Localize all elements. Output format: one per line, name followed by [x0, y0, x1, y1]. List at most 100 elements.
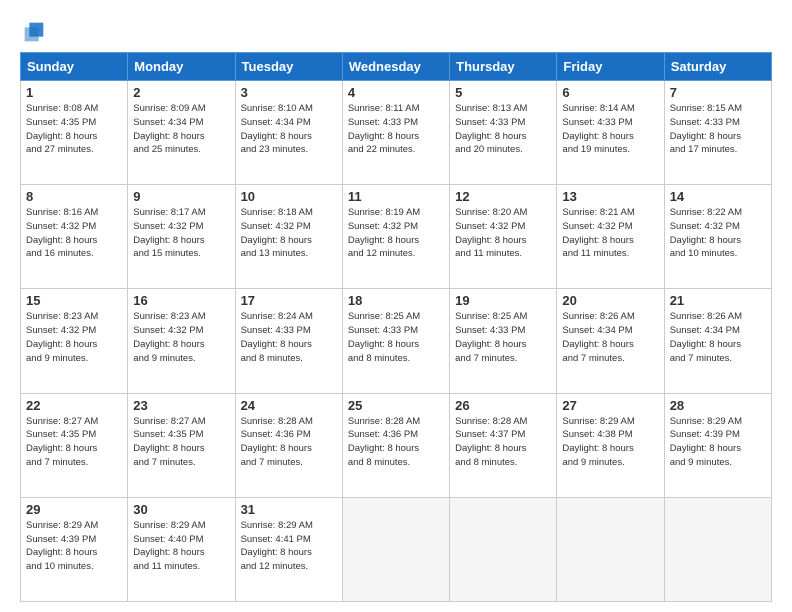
day-info: Sunrise: 8:19 AM Sunset: 4:32 PM Dayligh…: [348, 206, 444, 261]
calendar-body: 1 Sunrise: 8:08 AM Sunset: 4:35 PM Daylig…: [21, 81, 772, 602]
calendar-header: SundayMondayTuesdayWednesdayThursdayFrid…: [21, 53, 772, 81]
day-info: Sunrise: 8:11 AM Sunset: 4:33 PM Dayligh…: [348, 102, 444, 157]
day-cell: 9Sunrise: 8:17 AM Sunset: 4:32 PM Daylig…: [128, 185, 235, 289]
day-cell: 3 Sunrise: 8:10 AM Sunset: 4:34 PM Daylig…: [235, 81, 342, 185]
week-row-4: 29 Sunrise: 8:29 AM Sunset: 4:39 PM Dayli…: [21, 497, 772, 601]
day-number: 18: [348, 293, 444, 308]
day-number: 7: [670, 85, 766, 100]
header-row: SundayMondayTuesdayWednesdayThursdayFrid…: [21, 53, 772, 81]
day-number: 20: [562, 293, 658, 308]
header-cell-tuesday: Tuesday: [235, 53, 342, 81]
week-row-3: 22 Sunrise: 8:27 AM Sunset: 4:35 PM Dayli…: [21, 393, 772, 497]
day-number: 31: [241, 502, 337, 517]
week-row-1: 8 Sunrise: 8:16 AM Sunset: 4:32 PM Daylig…: [21, 185, 772, 289]
day-cell: 6 Sunrise: 8:14 AM Sunset: 4:33 PM Daylig…: [557, 81, 664, 185]
day-number: 2: [133, 85, 229, 100]
week-row-0: 1 Sunrise: 8:08 AM Sunset: 4:35 PM Daylig…: [21, 81, 772, 185]
calendar-table: SundayMondayTuesdayWednesdayThursdayFrid…: [20, 52, 772, 602]
header-cell-sunday: Sunday: [21, 53, 128, 81]
day-cell: 2 Sunrise: 8:09 AM Sunset: 4:34 PM Daylig…: [128, 81, 235, 185]
day-number: 17: [241, 293, 337, 308]
day-info: Sunrise: 8:29 AM Sunset: 4:39 PM Dayligh…: [26, 519, 122, 574]
day-cell: 11 Sunrise: 8:19 AM Sunset: 4:32 PM Dayli…: [342, 185, 449, 289]
day-info: Sunrise: 8:29 AM Sunset: 4:40 PM Dayligh…: [133, 519, 229, 574]
day-cell: 1 Sunrise: 8:08 AM Sunset: 4:35 PM Daylig…: [21, 81, 128, 185]
day-info: Sunrise: 8:16 AM Sunset: 4:32 PM Dayligh…: [26, 206, 122, 261]
day-cell: 15Sunrise: 8:23 AM Sunset: 4:32 PM Dayli…: [21, 289, 128, 393]
day-info: Sunrise: 8:22 AM Sunset: 4:32 PM Dayligh…: [670, 206, 766, 261]
day-cell: 17 Sunrise: 8:24 AM Sunset: 4:33 PM Dayli…: [235, 289, 342, 393]
day-info: Sunrise: 8:28 AM Sunset: 4:36 PM Dayligh…: [241, 415, 337, 470]
day-cell: 4 Sunrise: 8:11 AM Sunset: 4:33 PM Daylig…: [342, 81, 449, 185]
logo-icon: [20, 18, 48, 46]
day-cell: 31 Sunrise: 8:29 AM Sunset: 4:41 PM Dayli…: [235, 497, 342, 601]
day-number: 26: [455, 398, 551, 413]
day-number: 6: [562, 85, 658, 100]
day-cell: 19Sunrise: 8:25 AM Sunset: 4:33 PM Dayli…: [450, 289, 557, 393]
header-cell-thursday: Thursday: [450, 53, 557, 81]
day-number: 5: [455, 85, 551, 100]
day-cell: 26 Sunrise: 8:28 AM Sunset: 4:37 PM Dayli…: [450, 393, 557, 497]
day-cell: 23Sunrise: 8:27 AM Sunset: 4:35 PM Dayli…: [128, 393, 235, 497]
day-info: Sunrise: 8:18 AM Sunset: 4:32 PM Dayligh…: [241, 206, 337, 261]
day-number: 10: [241, 189, 337, 204]
day-cell: 25Sunrise: 8:28 AM Sunset: 4:36 PM Dayli…: [342, 393, 449, 497]
day-number: 4: [348, 85, 444, 100]
day-cell: [450, 497, 557, 601]
header-cell-saturday: Saturday: [664, 53, 771, 81]
day-number: 23: [133, 398, 229, 413]
day-number: 29: [26, 502, 122, 517]
day-info: Sunrise: 8:26 AM Sunset: 4:34 PM Dayligh…: [562, 310, 658, 365]
day-cell: 12 Sunrise: 8:20 AM Sunset: 4:32 PM Dayli…: [450, 185, 557, 289]
day-cell: 16Sunrise: 8:23 AM Sunset: 4:32 PM Dayli…: [128, 289, 235, 393]
day-info: Sunrise: 8:27 AM Sunset: 4:35 PM Dayligh…: [26, 415, 122, 470]
day-number: 22: [26, 398, 122, 413]
day-cell: [342, 497, 449, 601]
day-info: Sunrise: 8:25 AM Sunset: 4:33 PM Dayligh…: [348, 310, 444, 365]
day-number: 14: [670, 189, 766, 204]
day-info: Sunrise: 8:14 AM Sunset: 4:33 PM Dayligh…: [562, 102, 658, 157]
day-info: Sunrise: 8:21 AM Sunset: 4:32 PM Dayligh…: [562, 206, 658, 261]
header-cell-friday: Friday: [557, 53, 664, 81]
day-cell: 27 Sunrise: 8:29 AM Sunset: 4:38 PM Dayli…: [557, 393, 664, 497]
header-cell-wednesday: Wednesday: [342, 53, 449, 81]
day-info: Sunrise: 8:24 AM Sunset: 4:33 PM Dayligh…: [241, 310, 337, 365]
day-info: Sunrise: 8:20 AM Sunset: 4:32 PM Dayligh…: [455, 206, 551, 261]
day-cell: 13 Sunrise: 8:21 AM Sunset: 4:32 PM Dayli…: [557, 185, 664, 289]
day-number: 24: [241, 398, 337, 413]
page: SundayMondayTuesdayWednesdayThursdayFrid…: [0, 0, 792, 612]
day-info: Sunrise: 8:28 AM Sunset: 4:36 PM Dayligh…: [348, 415, 444, 470]
day-info: Sunrise: 8:28 AM Sunset: 4:37 PM Dayligh…: [455, 415, 551, 470]
day-info: Sunrise: 8:26 AM Sunset: 4:34 PM Dayligh…: [670, 310, 766, 365]
day-number: 16: [133, 293, 229, 308]
day-number: 8: [26, 189, 122, 204]
day-cell: 5 Sunrise: 8:13 AM Sunset: 4:33 PM Daylig…: [450, 81, 557, 185]
day-cell: 7 Sunrise: 8:15 AM Sunset: 4:33 PM Daylig…: [664, 81, 771, 185]
day-cell: 14 Sunrise: 8:22 AM Sunset: 4:32 PM Dayli…: [664, 185, 771, 289]
day-number: 15: [26, 293, 122, 308]
day-info: Sunrise: 8:29 AM Sunset: 4:41 PM Dayligh…: [241, 519, 337, 574]
day-info: Sunrise: 8:08 AM Sunset: 4:35 PM Dayligh…: [26, 102, 122, 157]
day-cell: 28Sunrise: 8:29 AM Sunset: 4:39 PM Dayli…: [664, 393, 771, 497]
day-number: 3: [241, 85, 337, 100]
day-cell: 24 Sunrise: 8:28 AM Sunset: 4:36 PM Dayli…: [235, 393, 342, 497]
day-info: Sunrise: 8:13 AM Sunset: 4:33 PM Dayligh…: [455, 102, 551, 157]
day-cell: 10 Sunrise: 8:18 AM Sunset: 4:32 PM Dayli…: [235, 185, 342, 289]
day-number: 30: [133, 502, 229, 517]
day-cell: 21Sunrise: 8:26 AM Sunset: 4:34 PM Dayli…: [664, 289, 771, 393]
day-cell: 29 Sunrise: 8:29 AM Sunset: 4:39 PM Dayli…: [21, 497, 128, 601]
day-number: 1: [26, 85, 122, 100]
day-number: 19: [455, 293, 551, 308]
day-cell: 20 Sunrise: 8:26 AM Sunset: 4:34 PM Dayli…: [557, 289, 664, 393]
day-cell: 30 Sunrise: 8:29 AM Sunset: 4:40 PM Dayli…: [128, 497, 235, 601]
day-number: 27: [562, 398, 658, 413]
day-info: Sunrise: 8:10 AM Sunset: 4:34 PM Dayligh…: [241, 102, 337, 157]
day-info: Sunrise: 8:15 AM Sunset: 4:33 PM Dayligh…: [670, 102, 766, 157]
day-number: 13: [562, 189, 658, 204]
day-info: Sunrise: 8:29 AM Sunset: 4:38 PM Dayligh…: [562, 415, 658, 470]
day-number: 11: [348, 189, 444, 204]
day-cell: [557, 497, 664, 601]
week-row-2: 15Sunrise: 8:23 AM Sunset: 4:32 PM Dayli…: [21, 289, 772, 393]
day-number: 12: [455, 189, 551, 204]
day-info: Sunrise: 8:09 AM Sunset: 4:34 PM Dayligh…: [133, 102, 229, 157]
